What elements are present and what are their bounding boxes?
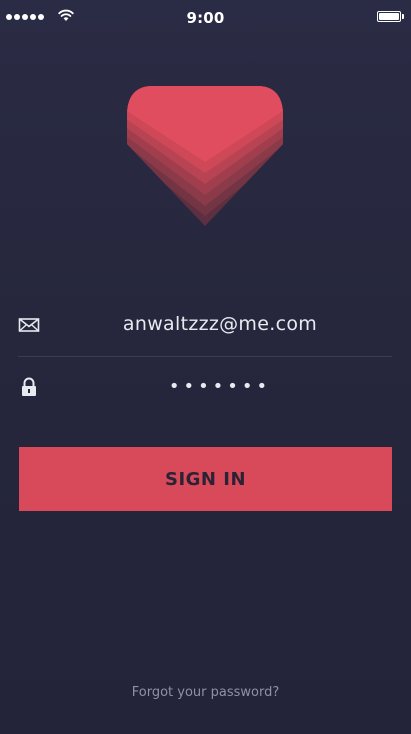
forgot-password-link[interactable]: Forgot your password? [0, 685, 411, 700]
login-screen: 9:00 anwaltzzz@me.com ••••••• SIGN IN Fo… [0, 0, 411, 734]
field-divider [18, 356, 392, 357]
email-input[interactable]: anwaltzzz@me.com [48, 313, 392, 335]
heart-chevron-logo [127, 86, 283, 226]
envelope-icon [18, 318, 40, 332]
status-time: 9:00 [186, 9, 225, 27]
battery-icon [377, 11, 404, 22]
lock-icon [22, 377, 36, 396]
email-field[interactable]: anwaltzzz@me.com [18, 305, 392, 345]
sign-in-button[interactable]: SIGN IN [19, 447, 392, 511]
password-input[interactable]: ••••••• [48, 376, 392, 397]
status-bar: 9:00 [0, 0, 411, 32]
password-field[interactable]: ••••••• [18, 367, 392, 407]
